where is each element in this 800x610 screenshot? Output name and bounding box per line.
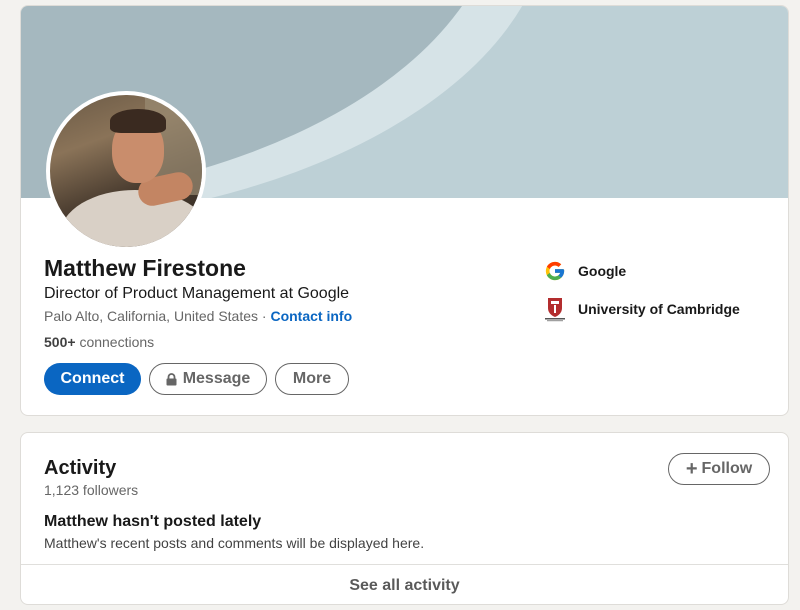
google-logo-icon bbox=[542, 258, 568, 284]
no-posts-title: Matthew hasn't posted lately bbox=[44, 513, 262, 530]
profile-avatar[interactable] bbox=[46, 91, 206, 251]
plus-icon: + bbox=[685, 458, 698, 480]
follow-button[interactable]: + Follow bbox=[668, 453, 770, 485]
message-button[interactable]: Message bbox=[149, 363, 267, 395]
activity-card: Activity 1,123 followers + Follow Matthe… bbox=[20, 432, 789, 605]
org-google[interactable]: Google bbox=[542, 258, 626, 284]
location-row: Palo Alto, California, United States · C… bbox=[44, 308, 352, 324]
activity-title: Activity bbox=[44, 457, 117, 479]
profile-name: Matthew Firestone bbox=[44, 255, 246, 281]
connect-button-label: Connect bbox=[60, 370, 125, 387]
see-all-activity-link[interactable]: See all activity bbox=[21, 564, 788, 604]
profile-card: Matthew Firestone Director of Product Ma… bbox=[20, 5, 789, 416]
connections-count: 500+ connections bbox=[44, 334, 154, 350]
org-cambridge-label: University of Cambridge bbox=[578, 301, 740, 317]
message-button-label: Message bbox=[182, 370, 251, 387]
followers-count: 1,123 followers bbox=[44, 482, 139, 498]
no-posts-description: Matthew's recent posts and comments will… bbox=[44, 535, 425, 551]
contact-info-link[interactable]: Contact info bbox=[270, 308, 352, 324]
cambridge-crest-icon bbox=[542, 296, 568, 322]
separator-dot: · bbox=[261, 308, 267, 324]
lock-icon bbox=[166, 372, 177, 386]
profile-location: Palo Alto, California, United States bbox=[44, 308, 259, 324]
profile-headline: Director of Product Management at Google bbox=[44, 285, 350, 302]
org-cambridge[interactable]: University of Cambridge bbox=[542, 296, 740, 322]
see-all-activity-label: See all activity bbox=[349, 576, 460, 594]
connect-button[interactable]: Connect bbox=[44, 363, 141, 395]
follow-button-label: Follow bbox=[701, 460, 753, 477]
connections-number: 500+ bbox=[44, 334, 76, 350]
org-google-label: Google bbox=[578, 263, 627, 279]
more-button-label: More bbox=[292, 370, 332, 387]
connections-label: connections bbox=[79, 334, 155, 350]
more-button[interactable]: More bbox=[275, 363, 349, 395]
